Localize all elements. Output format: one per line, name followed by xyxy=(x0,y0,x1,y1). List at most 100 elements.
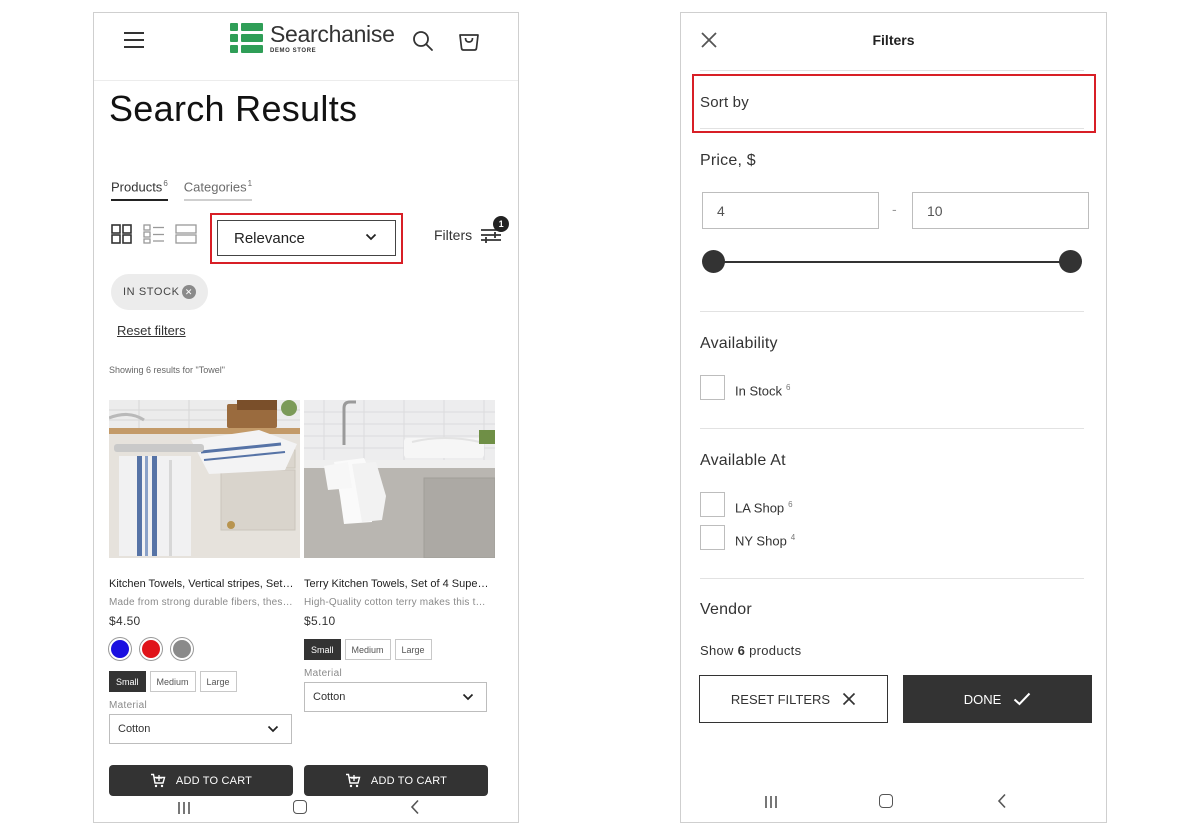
price-slider-track[interactable] xyxy=(713,261,1071,263)
chip-label: IN STOCK xyxy=(123,286,180,298)
size-medium[interactable]: Medium xyxy=(344,639,391,660)
product-image[interactable] xyxy=(304,400,495,558)
chevron-down-icon xyxy=(365,233,377,241)
reset-filters-button[interactable]: RESET FILTERS xyxy=(699,675,888,723)
swatch-blue[interactable] xyxy=(109,638,131,660)
swatch-gray[interactable] xyxy=(171,638,193,660)
size-options: Small Medium Large xyxy=(109,671,300,692)
size-small[interactable]: Small xyxy=(304,639,341,660)
done-label: DONE xyxy=(963,691,1002,707)
filter-option-ny-shop[interactable]: NY Shop 4 xyxy=(700,525,795,550)
chevron-down-icon xyxy=(267,725,279,733)
chevron-down-icon xyxy=(462,693,474,701)
color-swatches xyxy=(109,638,300,660)
grid-view-icon[interactable] xyxy=(111,224,133,244)
availability-section-title[interactable]: Availability xyxy=(700,335,778,353)
back-icon[interactable] xyxy=(997,793,1007,809)
done-button[interactable]: DONE xyxy=(903,675,1092,723)
store-logo[interactable]: Searchanise DEMO STORE xyxy=(230,21,395,55)
show-products-count: Show 6 products xyxy=(700,643,801,658)
price-slider-max-handle[interactable] xyxy=(1059,250,1082,273)
product-card[interactable]: Terry Kitchen Towels, Set of 4 Super Sof… xyxy=(304,400,495,712)
sort-by-section[interactable]: Sort by xyxy=(700,94,749,111)
divider xyxy=(700,70,1084,71)
add-to-cart-label: ADD TO CART xyxy=(175,774,253,787)
divider xyxy=(700,311,1084,312)
option-count: 6 xyxy=(788,499,793,509)
product-name[interactable]: Terry Kitchen Towels, Set of 4 Super Sof… xyxy=(304,578,490,590)
home-icon[interactable] xyxy=(293,800,307,814)
price-max-input[interactable]: 10 xyxy=(912,192,1089,229)
tab-products[interactable]: Products6 xyxy=(111,179,168,202)
brand-name: Searchanise xyxy=(270,20,395,47)
recents-icon[interactable] xyxy=(177,801,191,815)
list-view-icon[interactable] xyxy=(143,224,165,244)
checkmark-icon xyxy=(1014,692,1031,706)
search-results-screen: Searchanise DEMO STORE Search Results Pr… xyxy=(93,12,519,823)
page-title: Search Results xyxy=(109,88,358,129)
checkbox[interactable] xyxy=(700,375,725,400)
cart-icon[interactable] xyxy=(457,29,481,53)
option-label: LA Shop 6 xyxy=(735,500,793,515)
size-small[interactable]: Small xyxy=(109,671,146,692)
active-filter-chip[interactable]: IN STOCK ✕ xyxy=(111,274,208,310)
option-text: NY Shop xyxy=(735,533,787,549)
swatch-red[interactable] xyxy=(140,638,162,660)
divider xyxy=(700,128,1084,129)
sort-selected-value: Relevance xyxy=(234,229,305,247)
price-max-value: 10 xyxy=(927,202,943,219)
filters-title: Filters xyxy=(872,32,915,48)
product-name[interactable]: Kitchen Towels, Vertical stripes, Set of… xyxy=(109,578,295,590)
product-description: Made from strong durable fibers, these t… xyxy=(109,597,295,608)
vendor-section-title[interactable]: Vendor xyxy=(700,601,752,619)
option-label: NY Shop 4 xyxy=(735,533,795,548)
price-min-value: 4 xyxy=(717,202,725,219)
tab-categories[interactable]: Categories1 xyxy=(183,179,253,202)
material-value: Cotton xyxy=(313,691,346,703)
filter-option-la-shop[interactable]: LA Shop 6 xyxy=(700,492,793,517)
size-large[interactable]: Large xyxy=(199,671,237,692)
results-summary: Showing 6 results for "Towel" xyxy=(109,365,225,375)
menu-icon[interactable] xyxy=(124,31,146,51)
view-mode-switcher xyxy=(111,224,197,244)
filter-option-in-stock[interactable]: In Stock 6 xyxy=(700,375,790,400)
material-label: Material xyxy=(304,668,342,679)
add-to-cart-button[interactable]: ADD TO CART xyxy=(304,765,488,796)
android-nav-bar xyxy=(681,782,1106,822)
recents-icon[interactable] xyxy=(764,795,778,809)
brand-subtitle: DEMO STORE xyxy=(270,47,317,54)
search-icon[interactable] xyxy=(411,29,435,53)
compact-view-icon[interactable] xyxy=(175,224,197,244)
add-to-cart-button[interactable]: ADD TO CART xyxy=(109,765,293,796)
price-min-input[interactable]: 4 xyxy=(702,192,879,229)
sort-dropdown[interactable]: Relevance xyxy=(217,220,396,256)
back-icon[interactable] xyxy=(410,799,420,815)
filters-button[interactable]: Filters 1 xyxy=(434,216,510,245)
material-dropdown[interactable]: Cotton xyxy=(304,682,487,712)
close-icon xyxy=(843,692,856,706)
size-large[interactable]: Large xyxy=(394,639,432,660)
filters-screen: Filters Sort by Price, $ 4 - 10 Availabi… xyxy=(680,12,1107,823)
tab-categories-count: 1 xyxy=(247,179,253,188)
size-medium[interactable]: Medium xyxy=(149,671,196,692)
divider xyxy=(700,428,1084,429)
product-card[interactable]: Kitchen Towels, Vertical stripes, Set of… xyxy=(109,400,300,744)
tab-products-label: Products xyxy=(111,179,163,195)
material-value: Cotton xyxy=(118,723,151,735)
reset-filters-link[interactable]: Reset filters xyxy=(117,323,186,338)
checkbox[interactable] xyxy=(700,525,725,550)
option-count: 6 xyxy=(785,382,791,392)
checkbox[interactable] xyxy=(700,492,725,517)
show-count-number: 6 xyxy=(737,643,746,658)
results-tabs: Products6 Categories1 xyxy=(111,179,253,202)
add-to-cart-label: ADD TO CART xyxy=(370,774,448,787)
price-slider-min-handle[interactable] xyxy=(702,250,725,273)
price-section-title: Price, $ xyxy=(700,152,756,169)
option-text: LA Shop xyxy=(735,500,785,516)
material-dropdown[interactable]: Cotton xyxy=(109,714,292,744)
available-at-section-title[interactable]: Available At xyxy=(700,452,786,470)
filters-label: Filters xyxy=(434,227,473,243)
product-image[interactable] xyxy=(109,400,300,558)
home-icon[interactable] xyxy=(879,794,893,808)
chip-remove-icon[interactable]: ✕ xyxy=(182,285,196,299)
